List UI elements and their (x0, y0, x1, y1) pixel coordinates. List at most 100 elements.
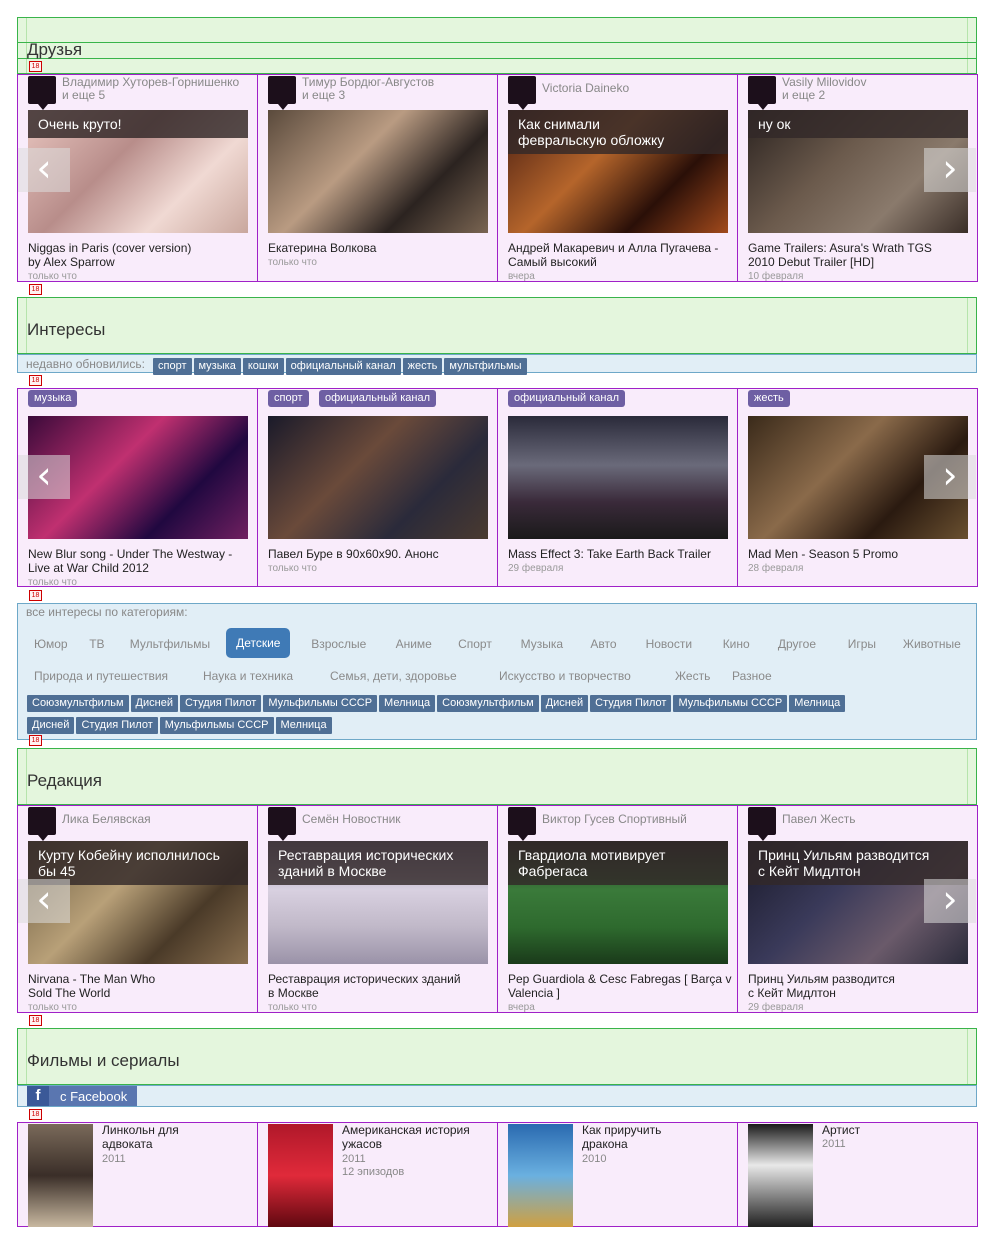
channel-tag[interactable]: Студия Пилот (590, 695, 672, 712)
film-card[interactable]: Как приручить дракона 2010 (497, 1122, 738, 1227)
avatar[interactable] (508, 76, 536, 110)
category-link[interactable]: Взрослые (311, 637, 366, 651)
video-card[interactable]: спорт официальный канал Павел Буре в 90х60… (257, 388, 498, 587)
interest-tag[interactable]: официальный канал (319, 390, 436, 407)
category-link[interactable]: Жесть (675, 669, 710, 683)
channel-tag[interactable]: Мульфильмы СССР (159, 717, 274, 734)
channel-tag[interactable]: Мелница (379, 695, 436, 712)
category-link[interactable]: Детские (226, 628, 291, 658)
channel-tag[interactable]: Студия Пилот (76, 717, 158, 734)
category-link[interactable]: Кино (723, 637, 750, 651)
video-card[interactable]: Victoria Daineko Как снимали февральскую … (497, 74, 738, 282)
interest-tag[interactable]: спорт (268, 390, 309, 407)
film-title[interactable]: Линкольн для адвоката (102, 1123, 179, 1151)
channel-tag[interactable]: Союзмультфильм (27, 695, 129, 712)
carousel-next-button[interactable]: › (924, 879, 976, 923)
category-link[interactable]: Аниме (396, 637, 432, 651)
channel-tag[interactable]: Мульфильмы СССР (263, 695, 378, 712)
film-poster[interactable] (268, 1124, 333, 1227)
film-title[interactable]: Американская история ужасов (342, 1123, 470, 1151)
user-names[interactable]: Семён Новостник (302, 813, 401, 826)
user-names[interactable]: Павел Жесть (782, 813, 856, 826)
category-link[interactable]: Авто (590, 637, 616, 651)
avatar[interactable] (28, 807, 56, 841)
avatar[interactable] (748, 807, 776, 841)
avatar[interactable] (268, 76, 296, 110)
video-title[interactable]: Niggas in Paris (cover version) by Alex … (28, 241, 253, 269)
avatar[interactable] (28, 76, 56, 110)
user-names[interactable]: Victoria Daineko (542, 82, 629, 95)
video-title[interactable]: Павел Буре в 90х60х90. Анонс (268, 547, 493, 561)
category-link[interactable]: Животные (903, 637, 961, 651)
category-link[interactable]: Музыка (521, 637, 563, 651)
film-card[interactable]: Линкольн для адвоката 2011 (17, 1122, 258, 1227)
video-thumbnail[interactable] (508, 416, 728, 539)
interest-tag[interactable]: официальный канал (508, 390, 625, 407)
recent-tag[interactable]: спорт (153, 358, 192, 375)
interest-tag[interactable]: музыка (28, 390, 78, 407)
avatar[interactable] (508, 807, 536, 841)
carousel-next-button[interactable]: › (924, 148, 976, 192)
category-link[interactable]: Новости (646, 637, 692, 651)
category-link[interactable]: Разное (732, 669, 772, 683)
video-card[interactable]: официальный канал Mass Effect 3: Take Ear… (497, 388, 738, 587)
carousel-next-button[interactable]: › (924, 455, 976, 499)
carousel-prev-button[interactable]: ‹ (18, 148, 70, 192)
video-title[interactable]: Nirvana - The Man Who Sold The World (28, 972, 253, 1000)
video-card[interactable]: Тимур Бордюг-Августов и еще 3 Екатерина В… (257, 74, 498, 282)
video-title[interactable]: Андрей Макаревич и Алла Пугачева - Самый… (508, 241, 733, 269)
channel-tag[interactable]: Мелница (789, 695, 846, 712)
category-link[interactable]: Природа и путешествия (34, 669, 168, 683)
carousel-prev-button[interactable]: ‹ (18, 455, 70, 499)
film-poster[interactable] (508, 1124, 573, 1227)
category-link[interactable]: Другое (778, 637, 816, 651)
video-title[interactable]: Pep Guardiola & Cesc Fabregas [ Barça v … (508, 972, 733, 1000)
recent-tag[interactable]: музыка (193, 358, 241, 375)
video-title[interactable]: Екатерина Волкова (268, 241, 493, 255)
channel-tag[interactable]: Союзмультфильм (437, 695, 539, 712)
channel-tag[interactable]: Мульфильмы СССР (673, 695, 788, 712)
category-link[interactable]: ТВ (89, 637, 104, 651)
recent-tag[interactable]: официальный канал (285, 358, 401, 375)
video-card[interactable]: Семён Новостник Реставрация исторических … (257, 805, 498, 1013)
facebook-button[interactable]: f с Facebook (27, 1086, 137, 1106)
video-title[interactable]: Mass Effect 3: Take Earth Back Trailer (508, 547, 733, 561)
film-title[interactable]: Как приручить дракона (582, 1123, 661, 1151)
category-link[interactable]: Наука и техника (203, 669, 293, 683)
channel-tag[interactable]: Дисней (27, 717, 75, 734)
channel-tag[interactable]: Студия Пилот (179, 695, 262, 712)
category-link[interactable]: Спорт (458, 637, 492, 651)
category-link[interactable]: Искусство и творчество (499, 669, 631, 683)
film-card[interactable]: Артист 2011 (737, 1122, 978, 1227)
recent-tag[interactable]: мультфильмы (444, 358, 527, 375)
channel-tag[interactable]: Дисней (130, 695, 178, 712)
video-title[interactable]: Реставрация исторических зданий в Москве (268, 972, 493, 1000)
category-link[interactable]: Семья, дети, здоровье (330, 669, 457, 683)
user-names[interactable]: Лика Белявская (62, 813, 151, 826)
interest-tag[interactable]: жесть (748, 390, 790, 407)
category-link[interactable]: Юмор (34, 637, 68, 651)
video-thumbnail[interactable]: Реставрация исторических зданий в Москве (268, 841, 488, 964)
video-title[interactable]: New Blur song - Under The Westway - Live… (28, 547, 253, 575)
category-link[interactable]: Мультфильмы (130, 637, 210, 651)
video-thumbnail[interactable]: Как снимали февральскую обложку (508, 110, 728, 233)
film-poster[interactable] (748, 1124, 813, 1227)
video-thumbnail[interactable] (268, 110, 488, 233)
video-thumbnail[interactable]: Гвардиола мотивирует Фабрегаса (508, 841, 728, 964)
video-thumbnail[interactable] (268, 416, 488, 539)
film-card[interactable]: Американская история ужасов 2011 12 эпизод… (257, 1122, 498, 1227)
recent-tag[interactable]: жесть (402, 358, 443, 375)
video-title[interactable]: Game Trailers: Asura's Wrath TGS 2010 De… (748, 241, 973, 269)
user-names[interactable]: Тимур Бордюг-Августов и еще 3 (302, 76, 434, 102)
video-title[interactable]: Mad Men - Season 5 Promo (748, 547, 973, 561)
video-title[interactable]: Принц Уильям разводится с Кейт Мидлтон (748, 972, 973, 1000)
channel-tag[interactable]: Дисней (540, 695, 589, 712)
recent-tag[interactable]: кошки (242, 358, 284, 375)
film-poster[interactable] (28, 1124, 93, 1227)
video-card[interactable]: Виктор Гусев Спортивный Гвардиола мотивир… (497, 805, 738, 1013)
category-link[interactable]: Игры (848, 637, 876, 651)
user-names[interactable]: Vasily Milovidov и еще 2 (782, 76, 866, 102)
carousel-prev-button[interactable]: ‹ (18, 879, 70, 923)
avatar[interactable] (748, 76, 776, 110)
film-title[interactable]: Артист (822, 1123, 860, 1137)
